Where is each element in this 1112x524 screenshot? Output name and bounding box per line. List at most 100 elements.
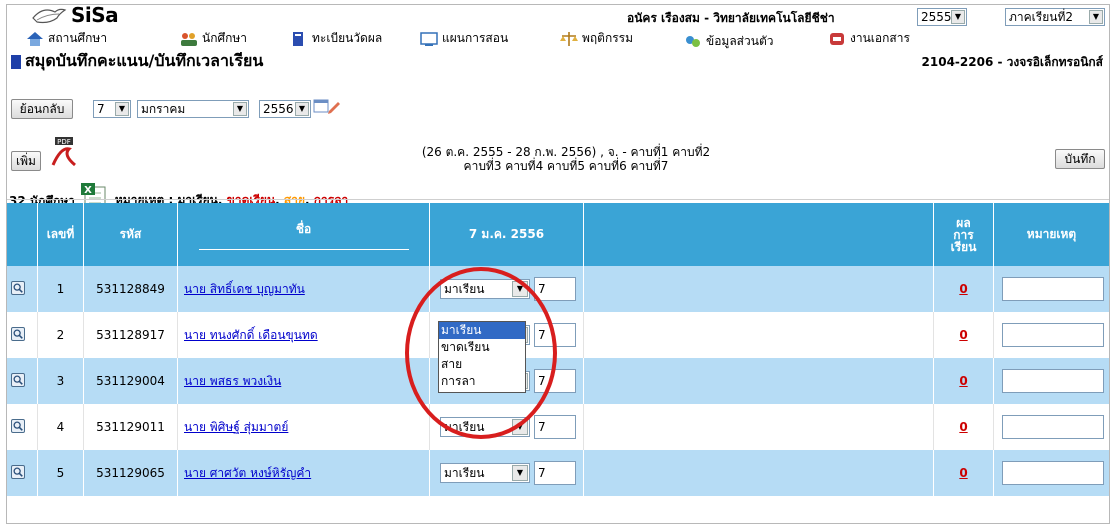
table-row: 5 531129065 นาย ศาศวัต หงษ์หิรัญคำ มาเรียน ▼… bbox=[7, 450, 1109, 496]
profile-icon bbox=[686, 35, 700, 47]
menu-item-students[interactable]: นักศึกษา bbox=[179, 29, 247, 48]
header-remark: หมายเหตุ bbox=[993, 203, 1109, 266]
bird-logo-icon bbox=[32, 8, 67, 24]
student-name-link[interactable]: นาย ทนงศักดิ์ เดือนขุนทด bbox=[184, 326, 318, 345]
row-id: 531129004 bbox=[83, 358, 177, 404]
row-name: นาย พิศิษฐ์ สุ่มมาตย์ bbox=[177, 404, 429, 450]
app-name: SiSa bbox=[71, 4, 119, 27]
row-no: 3 bbox=[37, 358, 83, 404]
magnifier-icon[interactable] bbox=[11, 465, 25, 479]
option-leave[interactable]: การลา bbox=[439, 373, 525, 390]
menu-item-teaching-plan[interactable]: แผนการสอน bbox=[419, 29, 508, 48]
chevron-down-icon: ▼ bbox=[295, 102, 309, 116]
pdf-icon[interactable]: PDF bbox=[47, 135, 81, 169]
magnifier-icon[interactable] bbox=[11, 419, 25, 433]
score-link[interactable]: 0 bbox=[959, 374, 967, 388]
attendance-select[interactable]: มาเรียน▼ bbox=[440, 279, 530, 299]
header-name: ชื่อ bbox=[177, 203, 429, 266]
row-remark bbox=[993, 312, 1109, 358]
svg-text:PDF: PDF bbox=[57, 138, 71, 146]
hours-input[interactable]: 7 bbox=[534, 369, 576, 393]
add-button[interactable]: เพิ่ม bbox=[11, 151, 41, 171]
option-present[interactable]: มาเรียน bbox=[439, 322, 525, 339]
row-empty bbox=[583, 404, 933, 450]
row-no: 4 bbox=[37, 404, 83, 450]
row-empty bbox=[583, 358, 933, 404]
row-name: นาย สิทธิ์เดช บุญมาทัน bbox=[177, 266, 429, 312]
sisa-logo: SiSa bbox=[29, 4, 119, 27]
score-link[interactable]: 0 bbox=[959, 466, 967, 480]
row-remark bbox=[993, 404, 1109, 450]
table-row: 2531128917 นาย ทนงศักดิ์ เดือนขุนทด มาเรีย… bbox=[7, 312, 1109, 358]
chevron-down-icon: ▼ bbox=[512, 419, 528, 435]
back-button[interactable]: ย้อนกลับ bbox=[11, 99, 73, 119]
row-empty bbox=[583, 266, 933, 312]
score-link[interactable]: 0 bbox=[959, 420, 967, 434]
page-title: สมุดบันทึกคะแนน/บันทึกเวลาเรียน bbox=[11, 49, 263, 74]
row-remark bbox=[993, 266, 1109, 312]
magnifier-icon[interactable] bbox=[11, 281, 25, 295]
hours-input[interactable]: 7 bbox=[534, 461, 576, 485]
row-name: นาย ศาศวัต หงษ์หิรัญคำ bbox=[177, 450, 429, 496]
view-cell bbox=[7, 358, 37, 404]
hours-input[interactable]: 7 bbox=[534, 277, 576, 301]
table-header: เลขที่ รหัส ชื่อ 7 ม.ค. 2556 ผล การ เรีย… bbox=[7, 203, 1109, 266]
row-no: 2 bbox=[37, 312, 83, 358]
row-remark bbox=[993, 450, 1109, 496]
page-frame: SiSa อนัคร เรืองสม - วิทยาลัยเทคโนโลยีชี… bbox=[6, 4, 1110, 524]
attendance-dropdown-list[interactable]: มาเรียน ขาดเรียน สาย การลา bbox=[438, 321, 526, 393]
hours-input[interactable]: 7 bbox=[534, 415, 576, 439]
edit-calendar-icon[interactable] bbox=[313, 97, 341, 115]
title-bar: สมุดบันทึกคะแนน/บันทึกเวลาเรียน 2104-220… bbox=[7, 49, 1109, 71]
score-link[interactable]: 0 bbox=[959, 328, 967, 342]
day-select[interactable]: 7 ▼ bbox=[93, 100, 131, 118]
chevron-down-icon: ▼ bbox=[115, 102, 129, 116]
period-info: (26 ต.ค. 2555 - 28 ก.พ. 2556) , จ. - คาบ… bbox=[421, 145, 711, 173]
month-select[interactable]: มกราคม ▼ bbox=[137, 100, 249, 118]
student-name-link[interactable]: นาย พสธร พวงเงิน bbox=[184, 372, 281, 391]
remark-input[interactable] bbox=[1002, 277, 1104, 301]
row-result: 0 bbox=[933, 266, 993, 312]
header-name-underline bbox=[198, 248, 409, 250]
magnifier-icon[interactable] bbox=[11, 373, 25, 387]
remark-input[interactable] bbox=[1002, 323, 1104, 347]
row-name: นาย ทนงศักดิ์ เดือนขุนทด bbox=[177, 312, 429, 358]
row-result: 0 bbox=[933, 404, 993, 450]
student-name-link[interactable]: นาย พิศิษฐ์ สุ่มมาตย์ bbox=[184, 418, 288, 437]
score-link[interactable]: 0 bbox=[959, 282, 967, 296]
view-cell bbox=[7, 404, 37, 450]
menu-item-school[interactable]: สถานศึกษา bbox=[25, 29, 107, 48]
student-name-link[interactable]: นาย ศาศวัต หงษ์หิรัญคำ bbox=[184, 464, 311, 483]
header-id: รหัส bbox=[83, 203, 177, 266]
save-button[interactable]: บันทึก bbox=[1055, 149, 1105, 169]
menu-item-documents[interactable]: งานเอกสาร bbox=[827, 29, 910, 48]
remark-input[interactable] bbox=[1002, 415, 1104, 439]
magnifier-icon[interactable] bbox=[11, 327, 25, 341]
row-empty bbox=[583, 450, 933, 496]
chevron-down-icon: ▼ bbox=[512, 465, 528, 481]
chevron-down-icon: ▼ bbox=[951, 10, 965, 24]
view-cell bbox=[7, 450, 37, 496]
row-result: 0 bbox=[933, 450, 993, 496]
row-no: 1 bbox=[37, 266, 83, 312]
student-name-link[interactable]: นาย สิทธิ์เดช บุญมาทัน bbox=[184, 280, 305, 299]
view-cell bbox=[7, 312, 37, 358]
home-icon bbox=[27, 31, 43, 46]
row-attendance: มาเรียน▼7 bbox=[429, 450, 583, 496]
remark-input[interactable] bbox=[1002, 369, 1104, 393]
chevron-down-icon: ▼ bbox=[1089, 10, 1103, 24]
year-select[interactable]: 2555 ▼ bbox=[917, 8, 967, 26]
attendance-select[interactable]: มาเรียน▼ bbox=[440, 463, 530, 483]
main-menu: สถานศึกษา นักศึกษา ทะเบียนวัดผล แผนการสอ… bbox=[7, 27, 1109, 49]
hours-input[interactable]: 7 bbox=[534, 323, 576, 347]
menu-item-behavior[interactable]: พฤติกรรม bbox=[559, 29, 633, 48]
menu-item-registry[interactable]: ทะเบียนวัดผล bbox=[289, 29, 382, 48]
option-absent[interactable]: ขาดเรียน bbox=[439, 339, 525, 356]
date-year-select[interactable]: 2556 ▼ bbox=[259, 100, 311, 118]
semester-select[interactable]: ภาคเรียนที่2 ▼ bbox=[1005, 8, 1105, 26]
document-icon bbox=[830, 32, 844, 45]
option-late[interactable]: สาย bbox=[439, 356, 525, 373]
students-icon bbox=[181, 32, 197, 46]
remark-input[interactable] bbox=[1002, 461, 1104, 485]
attendance-select[interactable]: มาเรียน▼ bbox=[440, 417, 530, 437]
